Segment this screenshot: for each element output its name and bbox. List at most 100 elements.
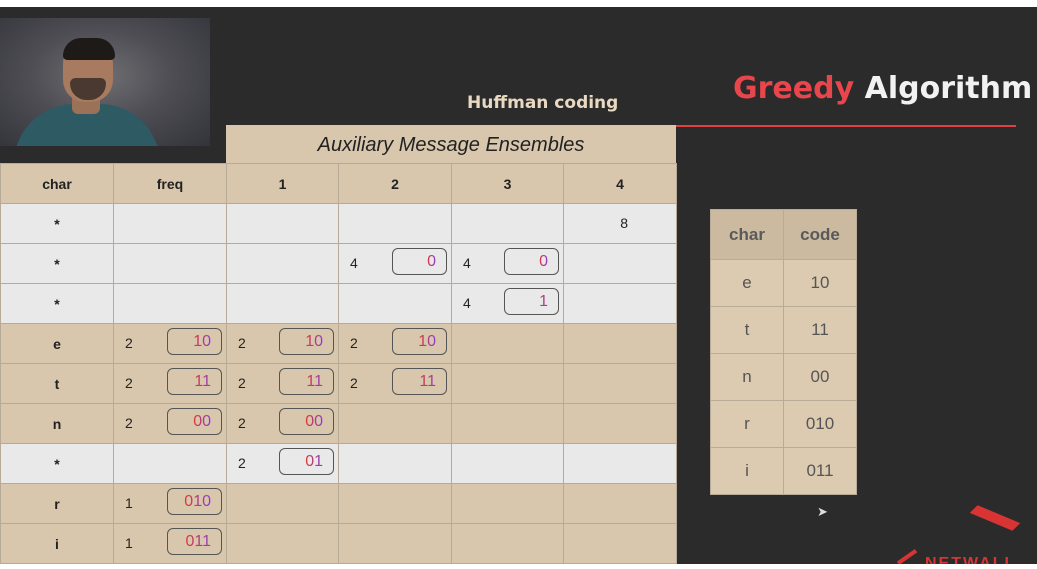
char-cell: t	[0, 363, 114, 404]
cell-content: 8	[564, 204, 676, 243]
char-cell: e	[0, 323, 114, 364]
ensembles-header: Auxiliary Message Ensembles	[226, 125, 676, 164]
frequency-value: 2	[238, 335, 246, 351]
code-value: 11	[419, 373, 436, 390]
ensemble-cell: 2 11	[226, 363, 339, 404]
code-table-body: e 10 t 11 n 00 r 010 i 011	[710, 259, 857, 495]
ensemble-cell	[113, 443, 227, 484]
ensemble-cell: 2 11	[113, 363, 227, 404]
column-header: 3	[451, 163, 564, 204]
ensemble-cell: 2 01	[226, 443, 339, 484]
ensemble-cell	[563, 283, 677, 324]
ensemble-cell: 40	[338, 243, 452, 284]
ensemble-cell	[563, 523, 677, 564]
ensemble-cell	[451, 323, 564, 364]
slide-subtitle: Huffman coding	[467, 93, 619, 113]
code-value: 00	[193, 413, 211, 430]
ensemble-cell	[113, 203, 227, 244]
code-table-char: i	[710, 447, 784, 495]
char-cell: *	[0, 283, 114, 324]
code-table-column-header: char	[710, 209, 784, 260]
code-box: 010	[167, 488, 222, 515]
cell-content: 1 011	[114, 524, 226, 563]
logo-text: NETWALL	[925, 555, 1017, 564]
ensemble-cell	[451, 363, 564, 404]
table-row: r 1 010	[0, 483, 677, 524]
code-table-code: 11	[783, 306, 857, 354]
slide: Huffman coding Greedy Algorithm Auxiliar…	[0, 7, 1037, 564]
code-table-char: r	[710, 400, 784, 448]
ensemble-cell: 2 00	[226, 403, 339, 444]
mouse-pointer-icon: ➤	[817, 504, 828, 519]
code-box: 00	[279, 408, 334, 435]
code-value: 0	[539, 253, 548, 270]
ensemble-cell	[226, 243, 339, 284]
ensemble-cell	[451, 483, 564, 524]
ensemble-cell: 2 00	[113, 403, 227, 444]
code-box: 01	[279, 448, 334, 475]
cell-content: 2 10	[114, 324, 226, 363]
ensemble-cell	[226, 283, 339, 324]
code-box: 11	[167, 368, 222, 395]
char-cell: n	[0, 403, 114, 444]
cell-content: 2 11	[114, 364, 226, 403]
frequency-value: 1	[125, 535, 133, 551]
ensemble-cell	[451, 523, 564, 564]
code-box: 11	[279, 368, 334, 395]
frequency-value: 4	[463, 255, 471, 271]
ensemble-cell: 2 10	[226, 323, 339, 364]
table-header-row: char freq 1 2 3 4	[0, 163, 677, 204]
ensemble-cell	[226, 523, 339, 564]
frequency-value: 2	[238, 375, 246, 391]
code-table: char code e 10 t 11 n 00 r 010 i 011	[710, 209, 857, 495]
ensemble-cell	[563, 323, 677, 364]
ensemble-cell	[563, 403, 677, 444]
title-word-greedy: Greedy	[733, 71, 855, 106]
column-header: 2	[338, 163, 452, 204]
frequency-value: 4	[463, 295, 471, 311]
title-underline	[676, 125, 1016, 127]
ensemble-cell: 2 10	[113, 323, 227, 364]
frequency-value: 1	[125, 495, 133, 511]
code-box: 00	[167, 408, 222, 435]
frequency-value: 2	[125, 375, 133, 391]
logo-stripe	[969, 505, 1021, 531]
code-value: 00	[305, 413, 323, 430]
frequency-value: 2	[238, 415, 246, 431]
frequency-value: 2	[350, 375, 358, 391]
code-table-row: n 00	[710, 353, 857, 401]
code-table-row: t 11	[710, 306, 857, 354]
code-table-char: n	[710, 353, 784, 401]
table-row: * 2 01	[0, 443, 677, 484]
ensembles-title: Auxiliary Message Ensembles	[317, 134, 585, 156]
ensemble-cell	[451, 403, 564, 444]
ensemble-cell	[113, 283, 227, 324]
ensemble-cell	[563, 243, 677, 284]
cell-content: 2 00	[227, 404, 338, 443]
ensemble-cell	[451, 203, 564, 244]
ensemble-cell	[338, 523, 452, 564]
ensemble-cell: 8	[563, 203, 677, 244]
code-table-char: e	[710, 259, 784, 307]
table-row: t 2 11 2 11 2 11	[0, 363, 677, 404]
column-header: 4	[563, 163, 677, 204]
ensemble-cell	[113, 243, 227, 284]
code-box: 0	[392, 248, 447, 275]
code-value: 10	[305, 333, 323, 350]
code-table-code: 010	[783, 400, 857, 448]
code-table-row: e 10	[710, 259, 857, 307]
cell-content: 40	[452, 244, 563, 283]
huffman-table: char freq 1 2 3 4 * 8 * 4 0 4 0 * 4 1 e 2 10 2 10 2 10 t 2 11 2 11…	[0, 163, 677, 564]
code-table-header: char code	[710, 209, 857, 260]
code-table-row: r 010	[710, 400, 857, 448]
code-value: 010	[184, 493, 211, 510]
code-value: 01	[305, 453, 323, 470]
presenter-hair	[63, 38, 115, 60]
code-box: 10	[392, 328, 447, 355]
ensemble-cell: 1 010	[113, 483, 227, 524]
code-value: 11	[306, 373, 323, 390]
cell-content: 41	[452, 284, 563, 323]
table-row: * 4 0 4 0	[0, 243, 677, 284]
code-value: 0	[427, 253, 436, 270]
frequency-value: 2	[125, 335, 133, 351]
